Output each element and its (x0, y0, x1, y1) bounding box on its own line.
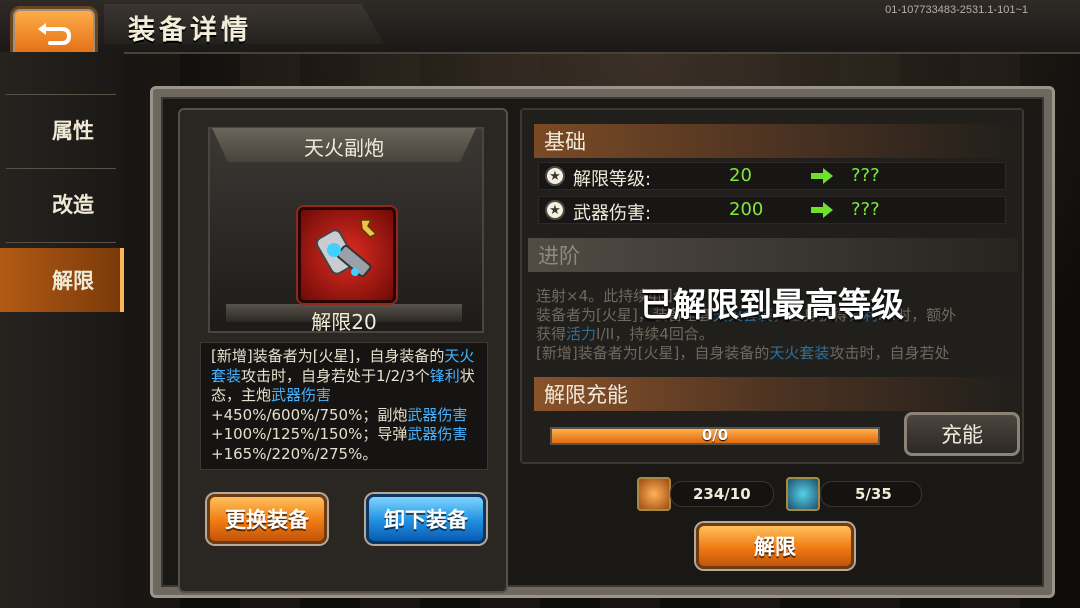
tab-attributes[interactable]: 属性 (0, 98, 124, 162)
tank-chip-icon[interactable] (786, 477, 820, 511)
advance-section-title: 进阶 (528, 238, 1018, 272)
text-segment: 攻击时，自身若处于1/2/3个 (241, 366, 430, 385)
stat-next-value: ??? (851, 199, 880, 220)
star-icon: ★ (545, 166, 565, 186)
base-section-title: 基础 (534, 124, 1014, 158)
armor-part-icon[interactable] (637, 477, 671, 511)
tab-divider (6, 94, 116, 95)
arrow-right-icon (811, 168, 833, 184)
text-segment: 获得 (536, 325, 567, 343)
resource-count: 234/10 (670, 481, 774, 507)
keyword-highlight: 锋利 (429, 366, 460, 385)
equipment-description: [新增]装备者为[火星]，自身装备的天火套装攻击时，自身若处于1/2/3个锋利状… (200, 342, 488, 470)
equipment-name: 天火副炮 (304, 136, 384, 160)
stat-label: 武器伤害: (573, 203, 652, 224)
arrow-right-icon (811, 202, 833, 218)
tab-divider (6, 168, 116, 169)
stat-value: 20 (729, 165, 752, 186)
replace-equipment-button[interactable]: 更换装备 (207, 494, 327, 544)
star-icon: ★ (545, 200, 565, 220)
keyword-highlight: 武器伤害 (407, 405, 468, 424)
text-segment: +450%/600%/750%；副炮 (211, 405, 408, 424)
page-title: 装备详情 (128, 15, 252, 46)
advance-line: 获得活力I/II，持续4回合。 (536, 325, 1012, 344)
text-segment: I/II，持续4回合。 (596, 325, 714, 343)
text-segment: [新增]装备者为[火星]，自身装备的 (211, 347, 445, 365)
limit-level-label: 解限20 (311, 310, 377, 334)
build-id: 01-107733483-2531.1-101~1 (885, 4, 1028, 16)
unequip-button[interactable]: 卸下装备 (366, 494, 486, 544)
stat-row: ★ 解限等级: 20 ??? (538, 162, 1006, 190)
cannon-graphic (315, 219, 378, 278)
charge-section-title: 解限充能 (534, 377, 1014, 411)
stat-value: 200 (729, 199, 764, 220)
cannon-icon[interactable] (298, 207, 396, 303)
keyword-highlight: 天火套装 (769, 344, 830, 362)
back-arrow-icon (38, 23, 72, 45)
tab-divider (6, 242, 116, 243)
text-segment: +100%/125%/150%；导弹 (211, 425, 408, 443)
stat-row: ★ 武器伤害: 200 ??? (538, 196, 1006, 224)
charge-button[interactable]: 充能 (904, 412, 1020, 456)
charge-progress-text: 0/0 (701, 426, 729, 444)
unlock-button[interactable]: 解限 (696, 523, 854, 569)
tab-modify[interactable]: 改造 (0, 172, 124, 236)
tab-unlock[interactable]: 解限 (0, 248, 124, 312)
keyword-highlight: 武器伤害 (271, 386, 332, 404)
advance-line: [新增]装备者为[火星]，自身装备的天火套装攻击时，自身若处 (536, 344, 1012, 363)
keyword-highlight: 武器伤害 (407, 425, 468, 443)
text-segment: [新增]装备者为[火星]，自身装备的 (536, 344, 770, 362)
max-level-overlay: 已解限到最高等级 (640, 285, 904, 324)
stat-next-value: ??? (851, 165, 880, 186)
keyword-highlight: 活力 (566, 325, 597, 343)
text-segment: 攻击时，自身若处 (829, 344, 950, 362)
resource-count: 5/35 (820, 481, 922, 507)
text-segment: +165%/220%/275%。 (211, 444, 378, 463)
stat-label: 解限等级: (573, 169, 652, 190)
